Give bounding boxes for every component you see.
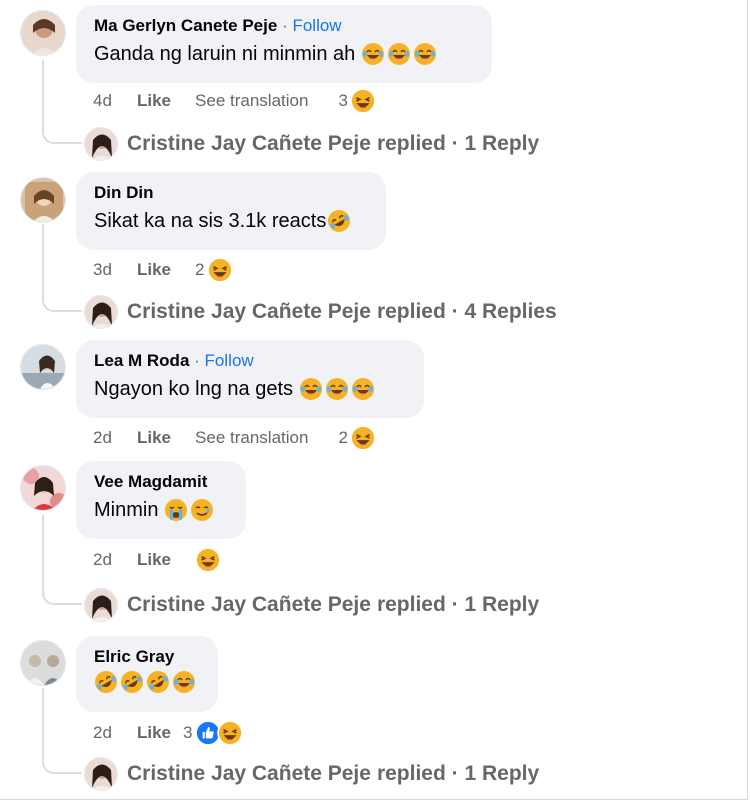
comment-timestamp[interactable]: 2d <box>93 550 137 570</box>
reply-avatar <box>84 295 118 329</box>
like-button[interactable]: Like <box>137 91 171 111</box>
see-translation-link[interactable]: See translation <box>195 91 308 111</box>
comment-actions: 2d Like See translation 2 <box>93 423 376 453</box>
see-translation-link[interactable]: See translation <box>195 428 308 448</box>
reply-thread-line <box>42 515 82 605</box>
reply-author: Cristine Jay Cañete Peje <box>127 300 371 323</box>
avatar[interactable] <box>20 344 66 390</box>
reply-author: Cristine Jay Cañete Peje <box>127 593 371 616</box>
reaction-count[interactable]: 2 <box>338 428 347 448</box>
rolling-laugh-emoji <box>327 209 351 233</box>
comment-text: Ganda ng laruin ni minmin ah <box>94 43 356 65</box>
comment-author[interactable]: Vee Magdamit <box>94 472 207 491</box>
comment-actions: 2d Like 3 <box>93 718 243 748</box>
separator-dot: · <box>282 16 288 35</box>
comment-author[interactable]: Elric Gray <box>94 647 174 666</box>
reply-avatar <box>84 127 118 161</box>
like-button[interactable]: Like <box>137 428 171 448</box>
comment-timestamp[interactable]: 2d <box>93 428 137 448</box>
comment-bubble: Ma Gerlyn Canete Peje · Follow Ganda ng … <box>76 5 492 83</box>
comment-text <box>94 670 200 694</box>
comment-text: Ngayon ko lng na gets <box>94 378 294 400</box>
crying-emoji <box>164 498 188 522</box>
comment-bubble: Din Din Sikat ka na sis 3.1k reacts <box>76 172 386 250</box>
haha-reaction-icon[interactable] <box>216 720 243 746</box>
view-replies-link[interactable]: Cristine Jay Cañete Peje replied · 1 Rep… <box>84 756 539 792</box>
avatar[interactable] <box>20 640 66 686</box>
comment-actions: 4d Like See translation 3 <box>93 86 376 116</box>
rolling-laugh-emoji <box>146 670 170 694</box>
rolling-laugh-emoji <box>94 670 118 694</box>
comment-text: Minmin <box>94 499 159 521</box>
view-replies-link[interactable]: Cristine Jay Cañete Peje replied · 4 Rep… <box>84 294 557 330</box>
haha-reaction-icon[interactable] <box>195 547 221 573</box>
comment-timestamp[interactable]: 4d <box>93 91 137 111</box>
comment-actions: 3d Like 2 <box>93 255 233 285</box>
follow-link[interactable]: Follow <box>292 16 341 35</box>
comment-timestamp[interactable]: 3d <box>93 260 137 280</box>
comment-bubble: Elric Gray <box>76 636 218 712</box>
view-replies-link[interactable]: Cristine Jay Cañete Peje replied · 1 Rep… <box>84 587 539 623</box>
like-button[interactable]: Like <box>137 260 171 280</box>
reply-summary: replied · 1 Reply <box>376 593 540 616</box>
laugh-cry-emoji <box>351 377 375 401</box>
reply-thread-line <box>42 224 82 312</box>
comment-bubble: Lea M Roda · Follow Ngayon ko lng na get… <box>76 340 424 418</box>
laugh-cry-emoji <box>325 377 349 401</box>
haha-reaction-icon[interactable] <box>350 425 376 451</box>
reply-avatar <box>84 588 118 622</box>
laugh-cry-emoji <box>172 670 196 694</box>
reply-summary: replied · 4 Replies <box>376 300 557 323</box>
reaction-count[interactable]: 3 <box>338 91 347 111</box>
like-button[interactable]: Like <box>137 550 171 570</box>
comment-author[interactable]: Lea M Roda <box>94 351 189 370</box>
comments-panel: Ma Gerlyn Canete Peje · Follow Ganda ng … <box>0 0 748 800</box>
laugh-cry-emoji <box>413 42 437 66</box>
laugh-cry-emoji <box>361 42 385 66</box>
comment-actions: 2d Like <box>93 545 221 575</box>
laugh-cry-emoji <box>387 42 411 66</box>
avatar[interactable] <box>20 465 66 511</box>
comment-timestamp[interactable]: 2d <box>93 723 137 743</box>
comment-author[interactable]: Din Din <box>94 183 154 202</box>
comment-text: Sikat ka na sis 3.1k reacts <box>94 210 327 232</box>
reply-author: Cristine Jay Cañete Peje <box>127 762 371 785</box>
laugh-cry-emoji <box>299 377 323 401</box>
view-replies-link[interactable]: Cristine Jay Cañete Peje replied · 1 Rep… <box>84 126 539 162</box>
haha-reaction-icon[interactable] <box>350 88 376 114</box>
follow-link[interactable]: Follow <box>205 351 254 370</box>
comment-author[interactable]: Ma Gerlyn Canete Peje <box>94 16 277 35</box>
reply-thread-line <box>42 60 82 144</box>
smiling-tear-emoji <box>190 498 214 522</box>
avatar[interactable] <box>20 177 66 223</box>
like-button[interactable]: Like <box>137 723 171 743</box>
comment-bubble: Vee Magdamit Minmin <box>76 461 246 539</box>
reply-thread-line <box>42 688 82 774</box>
avatar[interactable] <box>20 10 66 56</box>
reply-avatar <box>84 757 118 791</box>
haha-reaction-icon[interactable] <box>206 257 233 283</box>
reaction-count[interactable]: 3 <box>183 723 192 743</box>
rolling-laugh-emoji <box>120 670 144 694</box>
reply-author: Cristine Jay Cañete Peje <box>127 132 371 155</box>
separator-dot: · <box>194 351 200 370</box>
reply-summary: replied · 1 Reply <box>376 762 540 785</box>
reply-summary: replied · 1 Reply <box>376 132 540 155</box>
reaction-count[interactable]: 2 <box>195 260 204 280</box>
